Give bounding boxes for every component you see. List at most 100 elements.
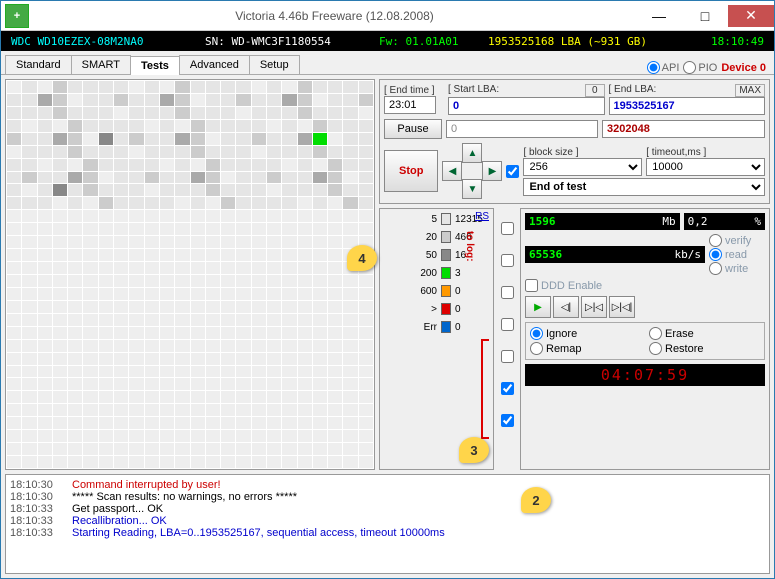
grid-cell [175, 236, 189, 248]
close-button[interactable]: ✕ [728, 5, 774, 27]
device-label: Device 0 [721, 62, 766, 74]
grid-cell [328, 249, 342, 261]
log-check[interactable] [501, 318, 514, 331]
endtime-input[interactable] [384, 96, 436, 114]
tab-standard[interactable]: Standard [5, 55, 72, 74]
ignore-radio[interactable]: Ignore [530, 327, 641, 340]
tab-setup[interactable]: Setup [249, 55, 300, 74]
grid-cell [53, 301, 67, 313]
arrow-right[interactable]: ▶ [482, 161, 502, 181]
grid-cell [267, 456, 281, 468]
log-panel[interactable]: 18:10:30Command interrupted by user!18:1… [5, 474, 770, 574]
tab-bar: Standard SMART Tests Advanced Setup API … [1, 51, 774, 75]
grid-cell [129, 133, 143, 145]
grid-cell [145, 210, 159, 222]
verify-radio[interactable]: verify [709, 234, 765, 247]
step-button[interactable]: ▷|◁| [609, 296, 635, 318]
grid-cell [22, 94, 36, 106]
rs-link[interactable]: RS [475, 211, 489, 222]
grid-cell [83, 120, 97, 132]
grid-cell [114, 353, 128, 365]
grid-cell [38, 184, 52, 196]
log-check[interactable] [501, 254, 514, 267]
tab-smart[interactable]: SMART [71, 55, 131, 74]
grid-cell [68, 197, 82, 209]
grid-cell [236, 340, 250, 352]
grid-cell [282, 223, 296, 235]
log-check[interactable] [501, 286, 514, 299]
write-radio[interactable]: write [709, 262, 765, 275]
grid-cell [298, 249, 312, 261]
grid-cell [175, 301, 189, 313]
endlba-input[interactable] [609, 97, 766, 115]
api-radio[interactable]: API [647, 61, 680, 74]
grid-cell [282, 184, 296, 196]
play-button[interactable]: ▶ [525, 296, 551, 318]
grid-cell [68, 262, 82, 274]
grid-cell [160, 301, 174, 313]
grid-cell [343, 184, 357, 196]
cache-input[interactable] [602, 120, 765, 138]
grid-cell [191, 378, 205, 390]
restore-radio[interactable]: Restore [649, 342, 760, 355]
tab-tests[interactable]: Tests [130, 56, 180, 75]
grid-cell [221, 159, 235, 171]
grid-cell [145, 443, 159, 455]
timeout-select[interactable]: 10000 [646, 158, 765, 176]
read-radio[interactable]: read [709, 248, 765, 261]
endoftest-select[interactable]: End of test [523, 178, 765, 196]
grid-cell [114, 197, 128, 209]
grid-cell [206, 120, 220, 132]
grid-cell [343, 301, 357, 313]
grid-cell [53, 184, 67, 196]
log-check[interactable] [501, 414, 514, 427]
grid-cell [68, 443, 82, 455]
blocksize-select[interactable]: 256 [523, 158, 642, 176]
grid-cell [252, 353, 266, 365]
grid-cell [99, 288, 113, 300]
pio-radio[interactable]: PIO [683, 61, 717, 74]
grid-cell [145, 94, 159, 106]
grid-cell [359, 288, 373, 300]
grid-cell [313, 340, 327, 352]
log-check[interactable] [501, 222, 514, 235]
ddd-check[interactable]: DDD Enable [525, 279, 765, 292]
grid-cell [160, 146, 174, 158]
log-check[interactable] [501, 382, 514, 395]
grid-cell [38, 327, 52, 339]
erase-radio[interactable]: Erase [649, 327, 760, 340]
minimize-button[interactable]: — [636, 5, 682, 27]
grid-cell [328, 120, 342, 132]
grid-cell [129, 262, 143, 274]
maximize-button[interactable]: □ [682, 5, 728, 27]
grid-cell [252, 210, 266, 222]
rew-button[interactable]: ◁| [553, 296, 579, 318]
grid-cell [343, 378, 357, 390]
grid-cell [359, 146, 373, 158]
grid-cell [206, 430, 220, 442]
grid-cell [221, 249, 235, 261]
startlba-input[interactable] [448, 97, 605, 115]
grid-cell [129, 378, 143, 390]
arrow-check[interactable] [506, 165, 519, 178]
grid-cell [38, 391, 52, 403]
stop-button[interactable]: Stop [384, 150, 438, 192]
grid-cell [38, 120, 52, 132]
remap-radio[interactable]: Remap [530, 342, 641, 355]
grid-cell [129, 340, 143, 352]
tab-advanced[interactable]: Advanced [179, 55, 250, 74]
arrow-down[interactable]: ▼ [462, 179, 482, 199]
grid-cell [267, 107, 281, 119]
arrow-up[interactable]: ▲ [462, 143, 482, 163]
grid-cell [160, 184, 174, 196]
pause-button[interactable]: Pause [384, 119, 442, 139]
grid-cell [68, 288, 82, 300]
log-check[interactable] [501, 350, 514, 363]
grid-cell [22, 456, 36, 468]
arrow-left[interactable]: ◀ [442, 161, 462, 181]
grid-cell [343, 456, 357, 468]
pos-input[interactable] [446, 120, 598, 138]
grid-cell [68, 275, 82, 287]
grid-cell [206, 301, 220, 313]
shuffle-button[interactable]: ▷|◁ [581, 296, 607, 318]
